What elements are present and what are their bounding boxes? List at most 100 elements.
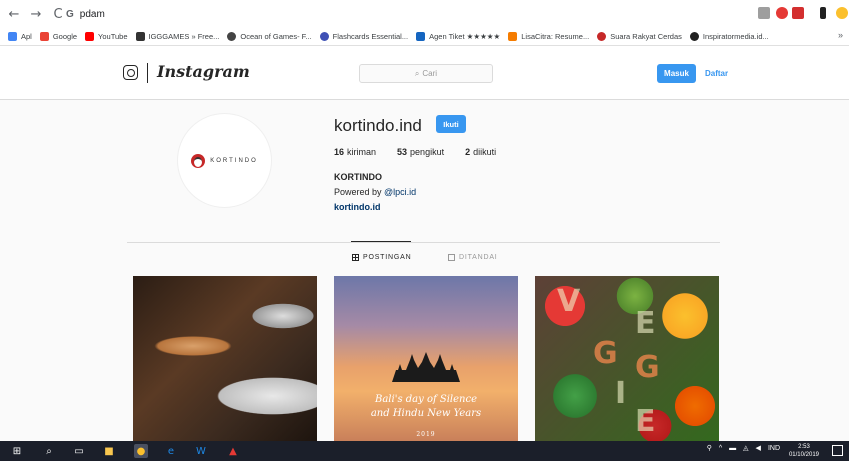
volume-icon[interactable]: ◀: [756, 444, 761, 452]
search-placeholder: Cari: [422, 69, 438, 78]
suara-icon: [597, 32, 607, 41]
post-thumbnail-nyepi[interactable]: Bali's day of Silence and Hindu New Year…: [334, 276, 518, 441]
veggie-letter: G: [635, 350, 660, 385]
bio-text: Powered by: [334, 187, 385, 197]
veggie-letter: G: [593, 336, 618, 371]
language-indicator[interactable]: IND: [768, 445, 780, 452]
network-icon[interactable]: ◬: [743, 444, 748, 452]
bookmark-item[interactable]: LisaCitra: Resume...: [508, 32, 589, 41]
kortindo-logo: KORTINDO: [191, 153, 258, 168]
following-count[interactable]: 2 diikuti: [465, 147, 496, 157]
profile-stats: 16 kiriman 53 pengikut 2 diikuti: [334, 147, 517, 157]
login-button[interactable]: Masuk: [657, 64, 696, 83]
browser-toolbar: ← → C G pdam: [0, 0, 849, 28]
post-caption-line1: Bali's day of Silence: [375, 394, 477, 405]
bookmark-item[interactable]: IGGGAMES » Free...: [135, 32, 220, 41]
bookmarks-bar: Apl Google YouTube IGGGAMES » Free... Oc…: [0, 28, 849, 46]
notification-icon[interactable]: [832, 445, 843, 456]
bookmark-item[interactable]: Flashcards Essential...: [319, 32, 408, 41]
bookmark-label: Inspiratormedia.id...: [702, 32, 769, 41]
bookmark-item[interactable]: Agen Tiket ★★★★★: [416, 32, 500, 41]
tag-icon: [448, 254, 455, 261]
bookmark-label: LisaCitra: Resume...: [521, 32, 590, 41]
profile-website-link[interactable]: kortindo.id: [334, 202, 381, 212]
avatar: KORTINDO: [177, 113, 272, 208]
back-button[interactable]: ←: [6, 6, 22, 22]
clock-date: 01/10/2019: [788, 452, 819, 458]
bookmark-item[interactable]: Ocean of Games- F...: [227, 32, 312, 41]
inspirator-icon: [689, 32, 699, 41]
apps-icon: [8, 32, 17, 41]
instagram-header: Instagram ⌕ Cari Masuk Daftar: [0, 46, 849, 100]
logo-divider: [147, 63, 148, 83]
bookmark-item[interactable]: Apl: [8, 32, 32, 41]
tab-tagged[interactable]: DITANDAI: [448, 254, 498, 261]
avatar-logo-text: KORTINDO: [210, 157, 258, 164]
tab-tagged-label: DITANDAI: [459, 254, 498, 261]
agentiket-icon: [416, 32, 426, 41]
veggie-letters: V E G G I E: [535, 276, 719, 441]
bookmark-label: Apl: [21, 32, 32, 41]
bookmark-label: Google: [52, 32, 78, 41]
adblock-icon[interactable]: [776, 7, 788, 19]
windows-start-icon[interactable]: ⊞: [10, 444, 24, 458]
profile-icon[interactable]: [836, 7, 848, 19]
forward-button[interactable]: →: [28, 6, 44, 22]
bookmarks-more-button[interactable]: »: [838, 30, 843, 40]
flashcards-icon: [319, 32, 329, 41]
grid-icon: [352, 254, 359, 261]
address-text: pdam: [79, 8, 105, 20]
youtube-icon: [85, 32, 95, 41]
post-thumbnail-fish[interactable]: [133, 276, 317, 441]
app-icon[interactable]: ▲: [226, 444, 240, 458]
veggie-letter: E: [635, 404, 656, 439]
post-thumbnail-veggie[interactable]: V E G G I E: [535, 276, 719, 441]
tab-posts-label: POSTINGAN: [363, 254, 412, 261]
battery-icon[interactable]: ▬: [729, 445, 736, 452]
follow-button[interactable]: Ikuti: [436, 115, 466, 133]
search-icon[interactable]: ⌕: [42, 444, 56, 458]
task-view-icon[interactable]: ▭: [72, 444, 86, 458]
chrome-icon[interactable]: ●: [134, 444, 148, 458]
temple-silhouette: [392, 352, 460, 382]
veggie-letter: I: [615, 376, 627, 411]
file-explorer-icon[interactable]: ■: [102, 444, 116, 458]
edge-icon[interactable]: e: [164, 444, 178, 458]
signup-link[interactable]: Daftar: [705, 64, 728, 83]
search-input[interactable]: ⌕ Cari: [359, 64, 493, 83]
tab-active-indicator: [351, 241, 411, 242]
translate-icon[interactable]: [758, 7, 770, 19]
tray-chevron-icon[interactable]: ^: [719, 445, 722, 452]
figure-icon[interactable]: [820, 7, 826, 19]
bookmark-item[interactable]: Google: [39, 32, 78, 41]
extension-icon[interactable]: [792, 7, 804, 19]
clock-time: 2:53: [798, 444, 810, 450]
posts-count: 16 kiriman: [334, 147, 377, 157]
bookmark-item[interactable]: Suara Rakyat Cerdas: [597, 32, 682, 41]
taskbar-clock[interactable]: 2:53 01/10/2019: [789, 443, 819, 459]
windows-taskbar: ⊞ ⌕ ▭ ■ ● e W ▲ ⚲ ^ ▬ ◬ ◀ IND 2:53 01/10…: [0, 441, 849, 461]
instagram-wordmark[interactable]: Instagram: [157, 62, 250, 81]
profile-username: kortindo.ind: [334, 116, 422, 135]
word-icon[interactable]: W: [194, 444, 208, 458]
bookmark-label: YouTube: [98, 32, 128, 41]
followers-count[interactable]: 53 pengikut: [397, 147, 444, 157]
search-icon: ⌕: [414, 68, 420, 78]
veggie-letter: E: [635, 306, 656, 341]
blogger-icon: [508, 32, 518, 41]
profile-full-name: KORTINDO: [334, 172, 382, 182]
instagram-camera-icon[interactable]: [123, 65, 138, 80]
bookmark-item[interactable]: YouTube: [85, 32, 128, 41]
bookmark-label: Suara Rakyat Cerdas: [610, 32, 682, 41]
reload-button[interactable]: C: [50, 6, 66, 22]
veggie-letter: V: [557, 284, 581, 319]
tab-posts[interactable]: POSTINGAN: [352, 254, 411, 261]
bookmark-label: Ocean of Games- F...: [240, 32, 312, 41]
address-bar[interactable]: G pdam: [66, 5, 756, 23]
bio-mention-link[interactable]: @lpci.id: [384, 187, 416, 197]
bookmark-item[interactable]: Inspiratormedia.id...: [689, 32, 769, 41]
bookmark-label: IGGGAMES » Free...: [148, 32, 220, 41]
profile-bio: Powered by @lpci.id: [334, 187, 416, 197]
people-icon[interactable]: ⚲: [707, 444, 712, 452]
igggames-icon: [135, 32, 145, 41]
